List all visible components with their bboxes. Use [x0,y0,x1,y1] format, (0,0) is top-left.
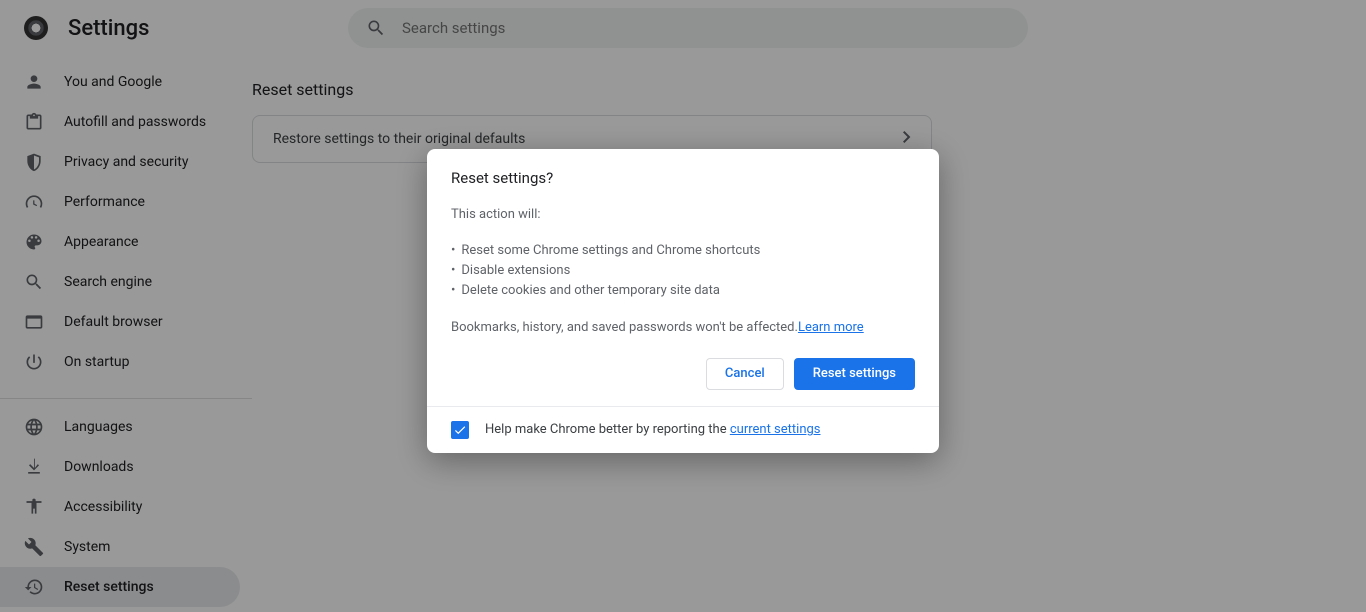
dialog-note: Bookmarks, history, and saved passwords … [451,320,798,335]
report-checkbox[interactable] [451,421,469,439]
current-settings-link[interactable]: current settings [730,422,821,437]
report-text: Help make Chrome better by reporting the [485,422,730,437]
dialog-bullet: Reset some Chrome settings and Chrome sh… [451,241,915,261]
dialog-title: Reset settings? [451,169,915,187]
reset-settings-button[interactable]: Reset settings [794,358,915,390]
cancel-button[interactable]: Cancel [706,358,784,390]
dialog-lead: This action will: [451,205,915,225]
learn-more-link[interactable]: Learn more [798,320,864,335]
dialog-bullet: Disable extensions [451,261,915,281]
modal-overlay[interactable]: Reset settings? This action will: Reset … [0,0,1366,612]
reset-settings-dialog: Reset settings? This action will: Reset … [427,149,939,453]
dialog-bullet: Delete cookies and other temporary site … [451,281,915,301]
